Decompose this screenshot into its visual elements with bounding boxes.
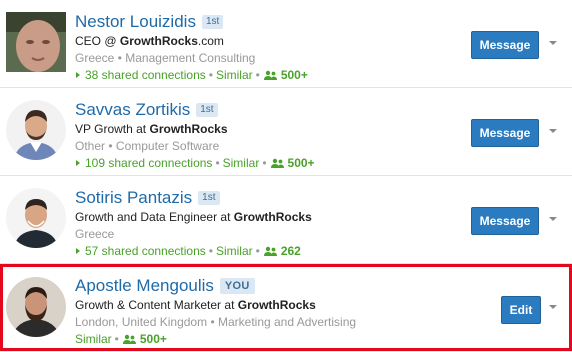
headline-text: Growth and Data Engineer at (75, 210, 234, 224)
profile-photo-icon (6, 188, 66, 248)
caret-down-icon[interactable] (549, 41, 557, 45)
connection-count[interactable]: 500+ (288, 156, 315, 170)
location: Other (75, 139, 106, 153)
triangle-right-icon (76, 248, 80, 255)
message-button[interactable]: Message (471, 119, 539, 147)
company-name: GrowthRocks (119, 34, 198, 48)
person-name[interactable]: Nestor Louizidis (75, 12, 196, 31)
meta-line: Greece (75, 227, 114, 241)
headline: VP Growth at GrowthRocks (75, 122, 228, 136)
similar-link[interactable]: Similar (223, 156, 260, 170)
person-name[interactable]: Sotiris Pantazis (75, 188, 192, 207)
location: Greece (75, 51, 115, 65)
avatar[interactable] (6, 12, 66, 72)
headline-suffix: .com (197, 34, 224, 48)
separator: • (262, 156, 267, 170)
people-icon (263, 70, 277, 80)
headline-text: CEO @ (75, 34, 120, 48)
separator: • (208, 68, 213, 82)
company-name: GrowthRocks (233, 210, 312, 224)
shared-connections-link[interactable]: 109 shared connections (85, 156, 212, 170)
profile-photo-icon (6, 100, 66, 160)
connection-count[interactable]: 500+ (281, 68, 308, 82)
list-item: Nestor Louizidis 1st CEO @ GrowthRocks.co… (0, 0, 572, 88)
degree-badge: 1st (198, 191, 220, 205)
headline: Growth and Data Engineer at GrowthRocks (75, 210, 312, 224)
person-name[interactable]: Savvas Zortikis (75, 100, 190, 119)
profile-photo-icon (6, 12, 66, 72)
similar-link[interactable]: Similar (216, 244, 253, 258)
meta-line: Other • Computer Software (75, 139, 219, 153)
degree-badge: 1st (196, 103, 218, 117)
headline: CEO @ GrowthRocks.com (75, 34, 224, 48)
avatar[interactable] (6, 100, 66, 160)
industry: Computer Software (115, 139, 220, 153)
degree-badge: 1st (201, 15, 224, 29)
industry: Management Consulting (125, 51, 256, 65)
stats-line: 57 shared connections • Similar • 262 (75, 244, 301, 258)
avatar[interactable] (6, 188, 66, 248)
separator: • (108, 139, 113, 153)
caret-down-icon[interactable] (549, 129, 557, 133)
triangle-right-icon (76, 160, 80, 167)
message-button[interactable]: Message (471, 31, 539, 59)
meta-line: Greece • Management Consulting (75, 51, 255, 65)
people-icon (263, 246, 277, 256)
connection-count[interactable]: 262 (281, 244, 301, 258)
caret-down-icon[interactable] (549, 217, 557, 221)
list-item: Sotiris Pantazis 1st Growth and Data Engi… (0, 176, 572, 264)
similar-link[interactable]: Similar (216, 68, 253, 82)
headline-text: VP Growth at (75, 122, 150, 136)
message-button[interactable]: Message (471, 207, 539, 235)
list-item: Savvas Zortikis 1st VP Growth at GrowthRo… (0, 88, 572, 176)
separator: • (117, 51, 122, 65)
separator: • (255, 244, 260, 258)
triangle-right-icon (76, 72, 80, 79)
stats-line: 38 shared connections • Similar • 500+ (75, 68, 308, 82)
separator: • (208, 244, 213, 258)
shared-connections-link[interactable]: 57 shared connections (85, 244, 206, 258)
separator: • (215, 156, 220, 170)
separator: • (255, 68, 260, 82)
shared-connections-link[interactable]: 38 shared connections (85, 68, 206, 82)
stats-line: 109 shared connections • Similar • 500+ (75, 156, 315, 170)
highlight-box (0, 264, 572, 351)
company-name: GrowthRocks (149, 122, 228, 136)
people-icon (270, 158, 284, 168)
location: Greece (75, 227, 115, 241)
